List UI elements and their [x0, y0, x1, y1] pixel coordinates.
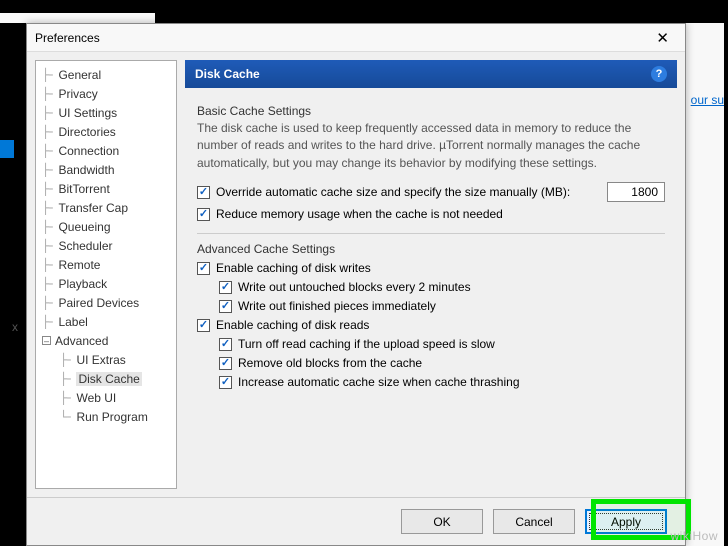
dialog-title: Preferences [35, 31, 648, 45]
cancel-button[interactable]: Cancel [493, 509, 575, 534]
bg-close-x[interactable]: x [12, 320, 18, 334]
tree-item-playback[interactable]: ├╴Playback [38, 274, 174, 293]
tree-item-directories[interactable]: ├╴Directories [38, 122, 174, 141]
write-finished-checkbox[interactable]: ✓ [219, 300, 232, 313]
write-untouched-label: Write out untouched blocks every 2 minut… [238, 280, 471, 294]
panel-title: Disk Cache [195, 67, 260, 81]
tree-item-advanced[interactable]: –Advanced [38, 331, 174, 350]
write-finished-label: Write out finished pieces immediately [238, 299, 436, 313]
enable-reads-label: Enable caching of disk reads [216, 318, 369, 332]
enable-reads-checkbox[interactable]: ✓ [197, 319, 210, 332]
tree-item-bandwidth[interactable]: ├╴Bandwidth [38, 160, 174, 179]
bg-selection [0, 140, 14, 158]
tree-item-transfer-cap[interactable]: ├╴Transfer Cap [38, 198, 174, 217]
write-untouched-checkbox[interactable]: ✓ [219, 281, 232, 294]
increase-label: Increase automatic cache size when cache… [238, 375, 520, 389]
override-checkbox[interactable]: ✓ [197, 186, 210, 199]
tree-item-bittorrent[interactable]: ├╴BitTorrent [38, 179, 174, 198]
tree-item-paired-devices[interactable]: ├╴Paired Devices [38, 293, 174, 312]
tree-item-label[interactable]: ├╴Label [38, 312, 174, 331]
content-panel: Disk Cache ? Basic Cache Settings The di… [185, 60, 677, 489]
override-label: Override automatic cache size and specif… [216, 185, 570, 199]
reduce-checkbox[interactable]: ✓ [197, 208, 210, 221]
tree-item-general[interactable]: ├╴General [38, 65, 174, 84]
tree-item-ui-settings[interactable]: ├╴UI Settings [38, 103, 174, 122]
bg-tab [0, 13, 155, 23]
titlebar: Preferences ✕ [27, 24, 685, 52]
cache-size-input[interactable] [607, 182, 665, 202]
enable-writes-label: Enable caching of disk writes [216, 261, 371, 275]
basic-desc: The disk cache is used to keep frequentl… [197, 120, 665, 172]
tree-item-web-ui[interactable]: ├╴Web UI [38, 388, 174, 407]
enable-writes-checkbox[interactable]: ✓ [197, 262, 210, 275]
turn-off-checkbox[interactable]: ✓ [219, 338, 232, 351]
ok-button[interactable]: OK [401, 509, 483, 534]
reduce-label: Reduce memory usage when the cache is no… [216, 207, 503, 221]
remove-old-label: Remove old blocks from the cache [238, 356, 422, 370]
close-icon[interactable]: ✕ [648, 29, 677, 47]
help-icon[interactable]: ? [651, 66, 667, 82]
tree-item-remote[interactable]: ├╴Remote [38, 255, 174, 274]
adv-title: Advanced Cache Settings [197, 242, 665, 256]
collapse-icon[interactable]: – [42, 336, 51, 345]
tree-item-connection[interactable]: ├╴Connection [38, 141, 174, 160]
remove-old-checkbox[interactable]: ✓ [219, 357, 232, 370]
increase-checkbox[interactable]: ✓ [219, 376, 232, 389]
tree-item-run-program[interactable]: └╴Run Program [38, 407, 174, 426]
bg-link[interactable]: our su [691, 93, 724, 107]
turn-off-label: Turn off read caching if the upload spee… [238, 337, 495, 351]
tree-item-ui-extras[interactable]: ├╴UI Extras [38, 350, 174, 369]
tree-item-disk-cache[interactable]: ├╴Disk Cache [38, 369, 174, 388]
panel-header: Disk Cache ? [185, 60, 677, 88]
apply-button[interactable]: Apply [585, 509, 667, 534]
watermark: wikiHow [670, 529, 718, 543]
button-bar: OK Cancel Apply [27, 497, 685, 545]
preferences-dialog: Preferences ✕ ├╴General ├╴Privacy ├╴UI S… [26, 23, 686, 546]
tree-item-scheduler[interactable]: ├╴Scheduler [38, 236, 174, 255]
basic-title: Basic Cache Settings [197, 104, 665, 118]
nav-tree[interactable]: ├╴General ├╴Privacy ├╴UI Settings ├╴Dire… [35, 60, 177, 489]
tree-item-queueing[interactable]: ├╴Queueing [38, 217, 174, 236]
tree-item-privacy[interactable]: ├╴Privacy [38, 84, 174, 103]
divider [197, 233, 665, 234]
